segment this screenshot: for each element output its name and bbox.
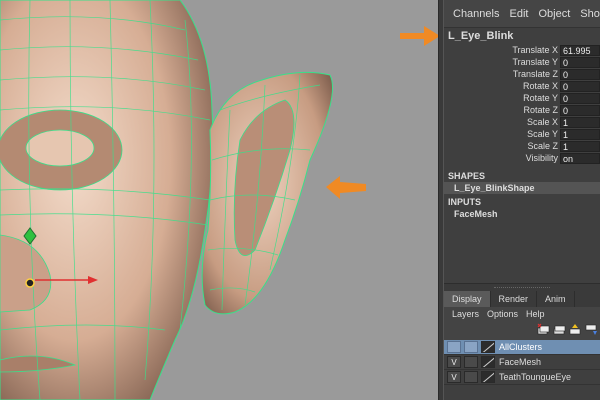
attr-label[interactable]: Rotate Y xyxy=(444,93,560,103)
new-layer-icon[interactable] xyxy=(537,323,550,336)
layer-toolbar xyxy=(444,320,600,338)
selected-object-name[interactable]: L_Eye_Blink xyxy=(444,28,600,44)
playback-toggle[interactable] xyxy=(464,356,478,368)
layer-editor-menubar: Layers Options Help xyxy=(444,307,600,320)
tab-render[interactable]: Render xyxy=(491,291,538,307)
layer-row-teathtoungueeye[interactable]: V TeathToungueEye xyxy=(444,370,600,385)
layer-name: TeathToungueEye xyxy=(499,372,572,382)
attr-label[interactable]: Rotate Z xyxy=(444,105,560,115)
attr-label[interactable]: Rotate X xyxy=(444,81,560,91)
tab-anim[interactable]: Anim xyxy=(537,291,575,307)
attr-label[interactable]: Translate Y xyxy=(444,57,560,67)
face-model-render xyxy=(0,0,333,400)
3d-viewport[interactable] xyxy=(0,0,438,400)
channel-box-menubar: Channels Edit Object Show xyxy=(444,0,600,28)
layer-color-swatch[interactable] xyxy=(481,371,495,383)
attr-row-translate-z: Translate Z 0 xyxy=(444,68,600,80)
attr-label[interactable]: Scale Y xyxy=(444,129,560,139)
attr-value-field[interactable]: 1 xyxy=(560,128,600,140)
layer-list: AllClusters V FaceMesh V TeathToungueEye xyxy=(444,340,600,400)
input-item[interactable]: FaceMesh xyxy=(444,208,600,220)
attr-label[interactable]: Translate X xyxy=(444,45,560,55)
attr-value-field[interactable]: 0 xyxy=(560,56,600,68)
attr-value-field[interactable]: 0 xyxy=(560,92,600,104)
layer-name: FaceMesh xyxy=(499,357,542,367)
menu-options[interactable]: Options xyxy=(487,309,518,319)
channel-box: L_Eye_Blink Translate X 61.995 Translate… xyxy=(444,28,600,283)
layer-row-allclusters[interactable]: AllClusters xyxy=(444,340,600,355)
attr-row-rotate-x: Rotate X 0 xyxy=(444,80,600,92)
shapes-header: SHAPES xyxy=(448,171,486,181)
attr-value-field[interactable]: 0 xyxy=(560,80,600,92)
attr-value-field[interactable]: 0 xyxy=(560,104,600,116)
attr-label[interactable]: Scale Z xyxy=(444,141,560,151)
right-panel: Channels Edit Object Show L_Eye_Blink Tr… xyxy=(444,0,600,400)
attr-row-translate-x: Translate X 61.995 xyxy=(444,44,600,56)
attr-row-scale-y: Scale Y 1 xyxy=(444,128,600,140)
attr-label[interactable]: Translate Z xyxy=(444,69,560,79)
layer-row-facemesh[interactable]: V FaceMesh xyxy=(444,355,600,370)
panel-resize-grip[interactable] xyxy=(444,283,600,291)
visibility-toggle[interactable]: V xyxy=(447,371,461,383)
playback-toggle[interactable] xyxy=(464,371,478,383)
attr-value-field[interactable]: 1 xyxy=(560,116,600,128)
menu-show[interactable]: Show xyxy=(580,8,600,20)
menu-help[interactable]: Help xyxy=(526,309,545,319)
move-up-icon[interactable] xyxy=(569,323,582,336)
manipulator-center xyxy=(25,278,35,288)
menu-edit[interactable]: Edit xyxy=(509,8,528,20)
layer-color-swatch[interactable] xyxy=(481,341,495,353)
attr-label[interactable]: Scale X xyxy=(444,117,560,127)
attr-row-scale-z: Scale Z 1 xyxy=(444,140,600,152)
visibility-toggle[interactable] xyxy=(447,341,461,353)
attr-row-visibility: Visibility on xyxy=(444,152,600,164)
attr-row-translate-y: Translate Y 0 xyxy=(444,56,600,68)
menu-object[interactable]: Object xyxy=(538,8,570,20)
move-down-icon[interactable] xyxy=(585,323,598,336)
attr-label[interactable]: Visibility xyxy=(444,153,560,163)
menu-channels[interactable]: Channels xyxy=(453,8,499,20)
attr-value-field[interactable]: on xyxy=(560,152,600,164)
new-selected-layer-icon[interactable] xyxy=(553,323,566,336)
attr-row-rotate-y: Rotate Y 0 xyxy=(444,92,600,104)
visibility-toggle[interactable]: V xyxy=(447,356,461,368)
layer-editor-tabs: Display Render Anim xyxy=(444,291,600,307)
tab-display[interactable]: Display xyxy=(444,291,491,307)
layer-color-swatch[interactable] xyxy=(481,356,495,368)
playback-toggle[interactable] xyxy=(464,341,478,353)
arrow-pointer-icon xyxy=(326,176,366,199)
shape-item[interactable]: L_Eye_BlinkShape xyxy=(444,182,600,194)
inputs-header: INPUTS xyxy=(448,197,482,207)
menu-layers[interactable]: Layers xyxy=(452,309,479,319)
arrow-pointer-icon xyxy=(400,26,440,46)
attr-value-field[interactable]: 61.995 xyxy=(560,44,600,56)
attr-row-rotate-z: Rotate Z 0 xyxy=(444,104,600,116)
attr-value-field[interactable]: 1 xyxy=(560,140,600,152)
attr-row-scale-x: Scale X 1 xyxy=(444,116,600,128)
layer-name: AllClusters xyxy=(499,342,543,352)
attr-value-field[interactable]: 0 xyxy=(560,68,600,80)
